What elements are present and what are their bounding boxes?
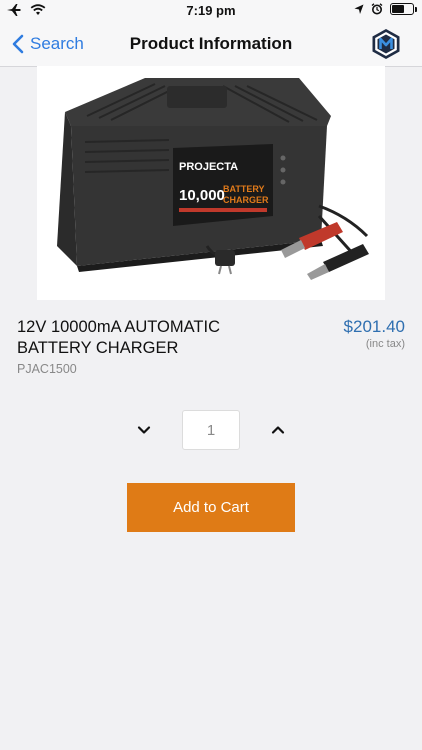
quantity-decrease-button[interactable]	[132, 418, 156, 442]
product-price: $201.40	[343, 317, 405, 336]
product-sku: PJAC1500	[17, 362, 77, 376]
image-type2-text: CHARGER	[223, 195, 269, 205]
price-tax-note: (inc tax)	[365, 338, 405, 350]
image-type-text: BATTERY	[223, 184, 265, 194]
alarm-icon	[371, 3, 383, 15]
page-title: Product Information	[129, 34, 293, 53]
navigation-bar: Search Product Information	[0, 22, 422, 67]
add-to-cart-button[interactable]: Add to Cart	[127, 483, 295, 532]
status-bar: 7:19 pm	[0, 0, 422, 22]
chevron-up-icon	[271, 426, 285, 434]
image-brand-text: PROJECTA	[179, 161, 238, 173]
quantity-increase-button[interactable]	[266, 418, 290, 442]
image-capacity-text: 10,000	[179, 187, 225, 204]
battery-icon	[390, 3, 417, 15]
product-name: 12V 10000mA AUTOMATIC BATTERY CHARGER	[17, 318, 220, 357]
quantity-field[interactable]: 1	[182, 410, 240, 450]
brand-logo-m-icon[interactable]	[370, 28, 402, 60]
status-right	[354, 3, 417, 15]
product-image: PROJECTA 10,000 BATTERY CHARGER	[37, 66, 385, 300]
chevron-down-icon	[137, 426, 151, 434]
location-icon	[354, 4, 364, 14]
